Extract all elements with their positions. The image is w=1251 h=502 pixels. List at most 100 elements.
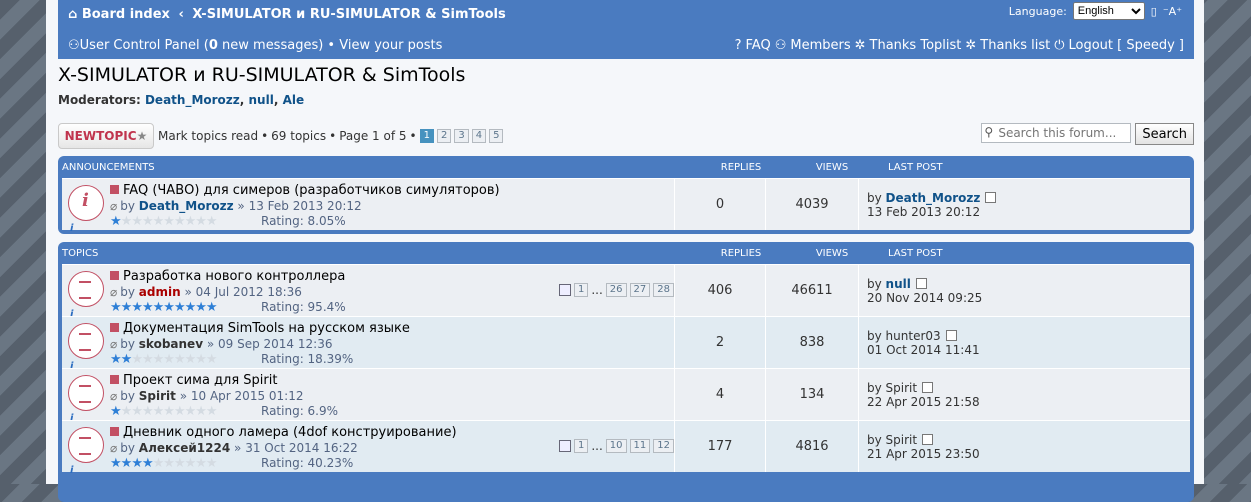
rating-stars[interactable]: ★★★★★★★★★★ <box>110 301 255 314</box>
font-size-toggle[interactable]: ⁻A⁺ <box>1163 5 1182 18</box>
star-icon[interactable]: ★ <box>110 300 122 315</box>
rating-stars[interactable]: ★★★★★★★★★★ <box>110 457 255 470</box>
moderator-link[interactable]: Ale <box>283 93 305 107</box>
star-icon[interactable]: ★ <box>206 352 218 367</box>
view-latest-post-icon[interactable] <box>922 433 934 445</box>
star-icon[interactable]: ★ <box>185 214 197 229</box>
star-icon[interactable]: ★ <box>142 300 154 315</box>
members-link[interactable]: Members <box>790 38 850 53</box>
author-link[interactable]: Death_Morozz <box>139 199 234 213</box>
logout-link[interactable]: Logout [ Speedy ] <box>1069 38 1185 53</box>
topic-title-link[interactable]: Дневник одного ламера (4dof конструирова… <box>123 425 457 440</box>
unread-icon[interactable] <box>110 427 119 436</box>
page-link[interactable]: 3 <box>454 129 469 143</box>
star-icon[interactable]: ★ <box>185 404 197 419</box>
last-post-author[interactable]: hunter03 <box>886 329 941 343</box>
star-icon[interactable]: ★ <box>121 404 133 419</box>
star-icon[interactable]: ★ <box>153 300 165 315</box>
star-icon[interactable]: ★ <box>153 352 165 367</box>
star-icon[interactable]: ★ <box>206 214 218 229</box>
new-topic-button[interactable]: NEWTOPIC★ <box>58 123 154 149</box>
star-icon[interactable]: ★ <box>121 214 133 229</box>
star-icon[interactable]: ★ <box>185 352 197 367</box>
mobile-icon[interactable]: ▯ <box>1151 5 1157 18</box>
star-icon[interactable]: ★ <box>163 300 175 315</box>
view-posts-link[interactable]: View your posts <box>339 38 442 53</box>
thanks-list-link[interactable]: Thanks list <box>980 38 1050 53</box>
star-icon[interactable]: ★ <box>131 456 143 471</box>
star-icon[interactable]: ★ <box>206 300 218 315</box>
rating-stars[interactable]: ★★★★★★★★★★ <box>110 405 255 418</box>
star-icon[interactable]: ★ <box>153 214 165 229</box>
star-icon[interactable]: ★ <box>163 456 175 471</box>
star-icon[interactable]: ★ <box>121 352 133 367</box>
mark-read-link[interactable]: Mark topics read <box>158 129 258 143</box>
star-icon[interactable]: ★ <box>131 300 143 315</box>
thanks-toplist-link[interactable]: Thanks Toplist <box>870 38 962 53</box>
star-icon[interactable]: ★ <box>174 352 186 367</box>
star-icon[interactable]: ★ <box>195 214 207 229</box>
star-icon[interactable]: ★ <box>206 456 218 471</box>
unread-icon[interactable] <box>110 323 119 332</box>
faq-link[interactable]: FAQ <box>746 38 771 53</box>
star-icon[interactable]: ★ <box>174 214 186 229</box>
last-post-author[interactable]: null <box>886 277 911 291</box>
star-icon[interactable]: ★ <box>206 404 218 419</box>
page-link[interactable]: 2 <box>436 129 452 143</box>
star-icon[interactable]: ★ <box>163 352 175 367</box>
star-icon[interactable]: ★ <box>195 404 207 419</box>
last-post-author[interactable]: Spirit <box>886 433 918 447</box>
page-link[interactable]: 1 <box>419 129 434 143</box>
author-link[interactable]: skobanev <box>139 337 203 351</box>
topic-title-link[interactable]: Проект сима для Spirit <box>123 373 277 388</box>
breadcrumb-forum[interactable]: X-SIMULATOR и RU-SIMULATOR & SimTools <box>192 7 505 22</box>
page-link[interactable]: 26 <box>605 283 627 297</box>
moderator-link[interactable]: null <box>249 93 274 107</box>
new-messages-count[interactable]: 0 <box>209 38 218 53</box>
search-button[interactable]: Search <box>1135 123 1194 145</box>
star-icon[interactable]: ★ <box>142 214 154 229</box>
author-link[interactable]: Алексей1224 <box>139 441 230 455</box>
star-icon[interactable]: ★ <box>163 404 175 419</box>
view-latest-post-icon[interactable] <box>922 381 934 393</box>
topic-title-link[interactable]: Документация SimTools на русском языке <box>123 321 410 336</box>
breadcrumb-board-index[interactable]: Board index <box>82 7 170 22</box>
page-link[interactable]: 4 <box>471 129 487 143</box>
star-icon[interactable]: ★ <box>153 456 165 471</box>
page-link[interactable]: 1 <box>573 439 589 453</box>
author-link[interactable]: Spirit <box>139 389 176 403</box>
page-link[interactable]: 11 <box>629 439 651 453</box>
star-icon[interactable]: ★ <box>185 456 197 471</box>
page-link[interactable]: 1 <box>573 283 589 297</box>
star-icon[interactable]: ★ <box>131 404 143 419</box>
page-link[interactable]: 28 <box>653 283 674 297</box>
star-icon[interactable]: ★ <box>110 352 122 367</box>
rating-stars[interactable]: ★★★★★★★★★★ <box>110 353 255 366</box>
star-icon[interactable]: ★ <box>195 456 207 471</box>
page-link[interactable]: 27 <box>629 283 651 297</box>
page-link[interactable]: 12 <box>653 439 674 453</box>
star-icon[interactable]: ★ <box>163 214 175 229</box>
view-latest-post-icon[interactable] <box>915 277 927 289</box>
ucp-link[interactable]: User Control Panel <box>80 38 200 53</box>
star-icon[interactable]: ★ <box>185 300 197 315</box>
new-messages-text[interactable]: new messages) <box>218 38 323 53</box>
star-icon[interactable]: ★ <box>174 456 186 471</box>
star-icon[interactable]: ★ <box>195 352 207 367</box>
star-icon[interactable]: ★ <box>110 404 122 419</box>
unread-icon[interactable] <box>110 271 119 280</box>
star-icon[interactable]: ★ <box>121 456 133 471</box>
topic-title-link[interactable]: Разработка нового контроллера <box>123 269 345 284</box>
view-latest-post-icon[interactable] <box>985 191 997 203</box>
unread-icon[interactable] <box>110 375 119 384</box>
page-link[interactable]: 10 <box>605 439 627 453</box>
last-post-author[interactable]: Death_Morozz <box>886 191 981 205</box>
star-icon[interactable]: ★ <box>110 456 122 471</box>
star-icon[interactable]: ★ <box>153 404 165 419</box>
moderator-link[interactable]: Death_Morozz <box>145 93 240 107</box>
search-input[interactable] <box>981 123 1132 143</box>
star-icon[interactable]: ★ <box>142 456 154 471</box>
author-link[interactable]: admin <box>139 285 181 299</box>
page-title[interactable]: X-SIMULATOR и RU-SIMULATOR & SimTools <box>58 64 465 86</box>
star-icon[interactable]: ★ <box>110 214 122 229</box>
